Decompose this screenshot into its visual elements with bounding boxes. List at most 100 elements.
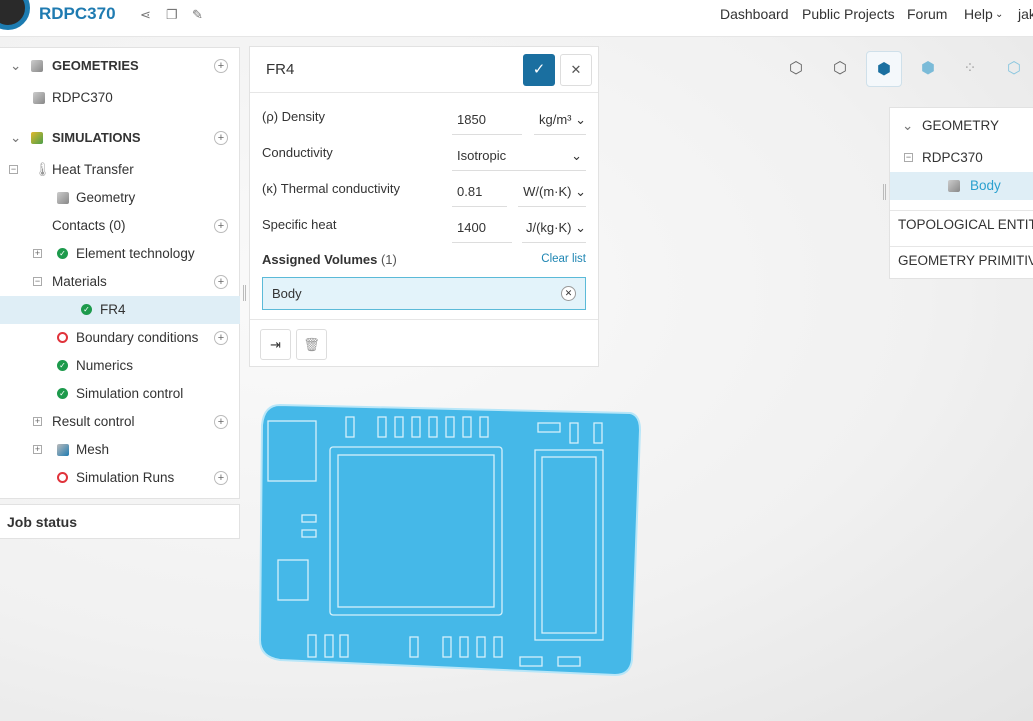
pcb-3d-model[interactable]	[250, 395, 650, 685]
tree-item-heat-transfer[interactable]: − 🌡 Heat Transfer	[0, 156, 240, 184]
tree-item-boundary-conditions[interactable]: Boundary conditions +	[0, 324, 240, 352]
view-cube-outline-icon[interactable]: ⬡	[822, 51, 858, 87]
label: Element technology	[76, 246, 195, 261]
chevron-down-icon[interactable]: ⌄	[902, 112, 913, 140]
specific-heat-unit-select[interactable]: J/(kg·K) ⌄	[522, 213, 586, 243]
topological-entity-section[interactable]: TOPOLOGICAL ENTITY	[890, 210, 1033, 238]
geometry-item-body[interactable]: Body	[890, 172, 1033, 200]
check-icon: ✓	[81, 304, 92, 315]
add-simulation-run-button[interactable]: +	[214, 471, 228, 485]
simulation-tree: ⌄ GEOMETRIES + RDPC370 ⌄ SIMULATIONS + − 🌡 Hea…	[0, 47, 240, 499]
cube-icon	[33, 92, 45, 104]
add-result-control-button[interactable]: +	[214, 415, 228, 429]
confirm-button[interactable]: ✓	[523, 54, 555, 86]
label: Contacts (0)	[52, 218, 126, 233]
copy-icon[interactable]: ❐	[166, 7, 178, 23]
add-geometry-button[interactable]: +	[214, 59, 228, 73]
user-menu[interactable]: jak	[1018, 6, 1033, 22]
view-points-icon[interactable]: ⁘	[952, 51, 988, 87]
tree-item-simulation-control[interactable]: ✓ Simulation control	[0, 380, 240, 408]
label: Conductivity	[262, 145, 333, 160]
nav-dashboard[interactable]: Dashboard	[720, 6, 789, 22]
expand-icon[interactable]: +	[33, 249, 42, 258]
thermal-conductivity-row: (κ) Thermal conductivity 0.81 W/(m·K) ⌄	[262, 171, 586, 207]
volume-tag: Body	[272, 286, 302, 301]
tree-item-element-technology[interactable]: + ✓ Element technology	[0, 240, 240, 268]
view-solid-icon[interactable]: ⬢	[866, 51, 902, 87]
tree-item-geometry[interactable]: Geometry	[0, 184, 240, 212]
tree-item-result-control[interactable]: + Result control +	[0, 408, 240, 436]
density-input[interactable]: 1850	[452, 105, 522, 135]
conductivity-row: Conductivity Isotropic ⌄	[262, 135, 586, 171]
tree-simulations[interactable]: ⌄ SIMULATIONS +	[0, 124, 240, 152]
nav-help[interactable]: Help	[964, 6, 993, 22]
label: Numerics	[76, 358, 134, 373]
view-transparent-icon[interactable]: ⬢	[910, 51, 946, 87]
tree-item-numerics[interactable]: ✓ Numerics	[0, 352, 240, 380]
view-box-select-icon[interactable]: ⬡	[778, 51, 814, 87]
thermal-conductivity-unit-select[interactable]: W/(m·K) ⌄	[518, 177, 586, 207]
geometry-item-rdpc370[interactable]: − RDPC370	[890, 144, 1033, 172]
assigned-volumes-list[interactable]: Body ✕	[262, 277, 586, 310]
label: Boundary conditions	[76, 330, 199, 345]
tree-item-rdpc370[interactable]: RDPC370	[0, 84, 240, 112]
add-contact-button[interactable]: +	[214, 219, 228, 233]
remove-volume-icon[interactable]: ✕	[561, 286, 576, 301]
share-icon[interactable]: ⋖	[140, 7, 151, 23]
resize-handle[interactable]	[883, 184, 886, 200]
density-unit-select[interactable]: kg/m³ ⌄	[534, 105, 586, 135]
expand-icon[interactable]: +	[33, 445, 42, 454]
add-simulation-button[interactable]: +	[214, 131, 228, 145]
geometry-primitive-section[interactable]: GEOMETRY PRIMITIVE	[890, 246, 1033, 274]
tree-item-contacts[interactable]: Contacts (0) +	[0, 212, 240, 240]
nav-public-projects[interactable]: Public Projects	[802, 6, 895, 22]
collapse-icon[interactable]: −	[9, 165, 18, 174]
label: GEOMETRIES	[52, 58, 139, 73]
simulations-icon	[31, 132, 43, 144]
label: SIMULATIONS	[52, 130, 141, 145]
nav-forum[interactable]: Forum	[907, 6, 947, 22]
specific-heat-input[interactable]: 1400	[452, 213, 512, 243]
project-title[interactable]: RDPC370	[39, 4, 116, 24]
dialog-title: FR4	[266, 61, 295, 78]
geometry-header[interactable]: ⌄ GEOMETRY	[890, 112, 1033, 140]
logo[interactable]	[0, 0, 30, 30]
cube-icon	[948, 180, 960, 192]
label: Simulation control	[76, 386, 184, 401]
geometry-panel: ⌄ GEOMETRY − RDPC370 Body TOPOLOGICAL ENTI…	[889, 107, 1033, 279]
clear-list-link[interactable]: Clear list	[541, 253, 586, 265]
resize-handle[interactable]	[243, 285, 246, 301]
top-bar: RDPC370 ⋖ ❐ ✎ Dashboard Public Projects …	[0, 0, 1033, 37]
expand-icon[interactable]: +	[33, 417, 42, 426]
tree-item-mesh[interactable]: + Mesh	[0, 436, 240, 464]
trash-icon[interactable]: 🗑	[296, 329, 327, 360]
label: RDPC370	[52, 90, 113, 105]
job-status-panel[interactable]: Job status	[0, 504, 240, 539]
edit-icon[interactable]: ✎	[192, 7, 203, 23]
label: Specific heat	[262, 217, 337, 232]
view-wireframe-icon[interactable]: ⬡	[996, 51, 1032, 87]
chevron-down-icon[interactable]: ⌄	[10, 52, 21, 80]
tree-item-simulation-runs[interactable]: Simulation Runs +	[0, 464, 240, 492]
label: Geometry	[76, 190, 136, 205]
tree-item-materials[interactable]: − Materials +	[0, 268, 240, 296]
geometry-icon	[57, 192, 69, 204]
assigned-volumes-label: Assigned Volumes (1)	[262, 252, 397, 267]
collapse-icon[interactable]: −	[33, 277, 42, 286]
label: FR4	[100, 302, 126, 317]
add-boundary-condition-button[interactable]: +	[214, 331, 228, 345]
check-icon: ✓	[57, 360, 68, 371]
chevron-down-icon[interactable]: ⌄	[10, 124, 21, 152]
collapse-icon[interactable]: −	[904, 153, 913, 162]
tree-geometries[interactable]: ⌄ GEOMETRIES +	[0, 52, 240, 80]
label: Heat Transfer	[52, 162, 134, 177]
material-dialog: FR4 ✓ ✕ (ρ) Density 1850 kg/m³ ⌄ Conductiv…	[249, 46, 599, 367]
chevron-down-icon[interactable]: ⌄	[995, 9, 1003, 20]
thermometer-icon: 🌡	[34, 162, 52, 177]
conductivity-select[interactable]: Isotropic ⌄	[452, 141, 586, 171]
tree-item-fr4[interactable]: ✓ FR4	[0, 296, 240, 324]
close-button[interactable]: ✕	[560, 54, 592, 86]
add-material-button[interactable]: +	[214, 275, 228, 289]
assign-icon[interactable]: ⇥	[260, 329, 291, 360]
thermal-conductivity-input[interactable]: 0.81	[452, 177, 507, 207]
